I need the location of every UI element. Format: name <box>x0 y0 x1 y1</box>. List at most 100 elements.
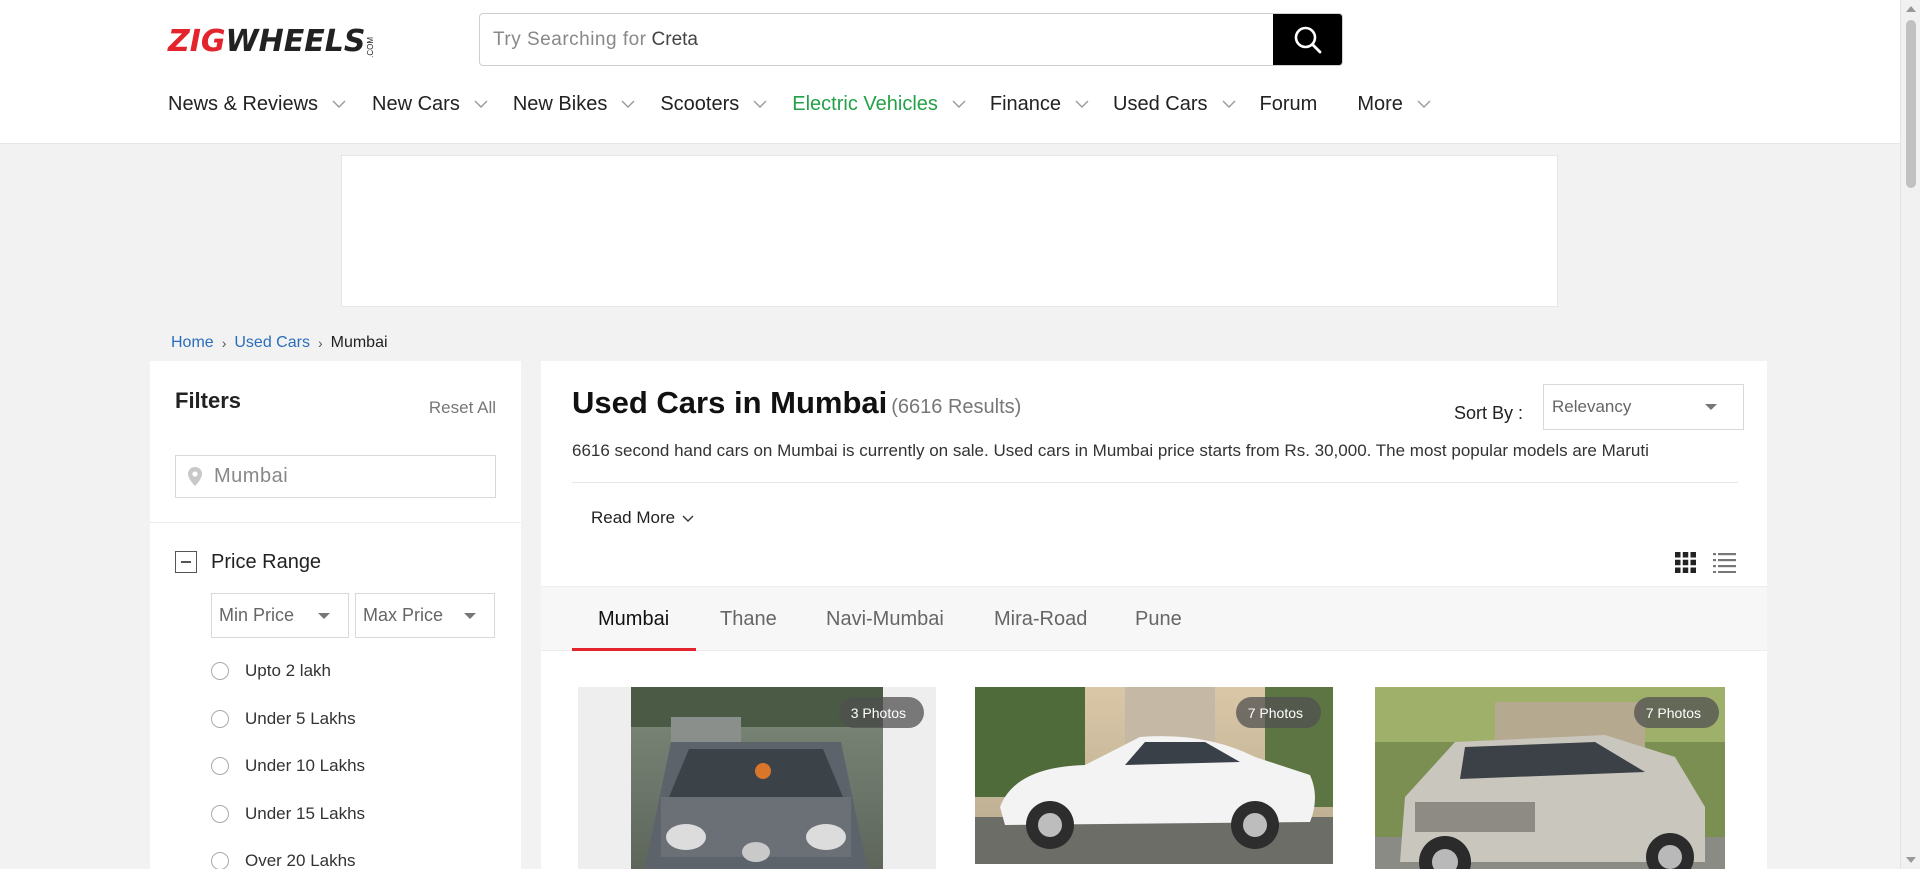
divider <box>150 522 521 523</box>
photos-count-label: 3 Photos <box>850 704 906 721</box>
logo-suffix: .COM <box>366 37 376 58</box>
nav-label: Electric Vehicles <box>792 92 938 115</box>
price-option-upto-2-lakh[interactable]: Upto 2 lakh <box>211 661 331 681</box>
active-tab-indicator <box>572 648 696 651</box>
search-button[interactable] <box>1273 14 1342 65</box>
car-card[interactable]: 3 Photos <box>578 687 936 869</box>
car-card[interactable]: 7 Photos <box>975 687 1333 869</box>
location-input[interactable]: Mumbai <box>175 455 496 498</box>
photos-count-badge: 7 Photos <box>1235 697 1321 728</box>
tab-mira-road[interactable]: Mira-Road <box>994 587 1087 651</box>
breadcrumb-used-cars[interactable]: Used Cars <box>234 334 310 352</box>
price-range-collapse-toggle[interactable] <box>175 551 197 573</box>
photos-count-label: 7 Photos <box>1645 704 1701 721</box>
nav-new-cars[interactable]: New Cars <box>372 93 488 116</box>
nav-label: New Bikes <box>512 92 608 115</box>
grid-view-icon[interactable] <box>1675 552 1696 573</box>
nav-electric-vehicles[interactable]: Electric Vehicles <box>792 93 966 116</box>
filters-title: Filters <box>175 388 242 413</box>
chevron-down-icon <box>332 100 346 108</box>
chevron-down-icon <box>1222 100 1236 108</box>
sort-by-select[interactable]: Relevancy <box>1543 384 1744 430</box>
nav-label: More <box>1357 92 1403 115</box>
price-option-under-5-lakhs[interactable]: Under 5 Lakhs <box>211 709 356 729</box>
radio-button[interactable] <box>211 852 229 869</box>
advertisement-slot <box>341 155 1558 307</box>
nav-finance[interactable]: Finance <box>990 93 1089 116</box>
minus-icon <box>181 561 191 563</box>
min-price-select[interactable]: Min Price <box>211 593 349 638</box>
max-price-select[interactable]: Max Price <box>355 593 495 638</box>
breadcrumb-current: Mumbai <box>330 334 388 351</box>
price-option-label: Under 10 Lakhs <box>245 756 366 775</box>
photos-count-badge: 3 Photos <box>838 697 924 728</box>
caret-down-icon <box>318 613 330 619</box>
list-view-icon[interactable] <box>1713 552 1736 573</box>
search-placeholder-prefix: Try Searching for <box>493 28 647 50</box>
page-scrollbar[interactable] <box>1900 0 1920 869</box>
read-more-button[interactable]: Read More <box>591 508 695 528</box>
radio-button[interactable] <box>211 710 229 728</box>
price-option-under-10-lakhs[interactable]: Under 10 Lakhs <box>211 756 365 776</box>
nav-more[interactable]: More <box>1357 93 1431 116</box>
price-range-title: Price Range <box>211 551 322 573</box>
location-pin-icon <box>188 467 202 486</box>
search-bar: Try Searching for Creta <box>479 13 1343 66</box>
scrollbar-thumb[interactable] <box>1906 20 1916 188</box>
scroll-down-arrow-icon[interactable] <box>1906 857 1916 863</box>
nav-label: Scooters <box>660 92 740 115</box>
nav-label: Forum <box>1259 92 1318 115</box>
chevron-down-icon <box>753 100 767 108</box>
price-option-label: Under 5 Lakhs <box>245 709 356 728</box>
chevron-down-icon <box>682 515 694 522</box>
caret-down-icon <box>1705 404 1717 410</box>
photos-count-label: 7 Photos <box>1247 704 1303 721</box>
city-tabs: Mumbai Thane Navi-Mumbai Mira-Road Pune <box>541 586 1767 651</box>
page-title: Used Cars in Mumbai (6616 Results) <box>572 385 1021 421</box>
max-price-placeholder: Max Price <box>363 605 444 625</box>
zigwheels-logo[interactable]: ZIG WHEELS .COM <box>168 24 376 59</box>
nav-news-reviews[interactable]: News & Reviews <box>168 93 346 116</box>
price-option-label: Upto 2 lakh <box>245 661 331 680</box>
search-input[interactable]: Try Searching for Creta <box>480 14 1275 65</box>
chevron-right-icon: › <box>317 335 323 351</box>
car-card[interactable]: 7 Photos <box>1375 687 1733 869</box>
scroll-up-arrow-icon[interactable] <box>1906 6 1916 12</box>
site-header: ZIG WHEELS .COM Try Searching for Creta Ne… <box>0 0 1900 144</box>
nav-label: Finance <box>989 92 1062 115</box>
breadcrumb: Home › Used Cars › Mumbai <box>171 334 388 352</box>
search-icon <box>1294 26 1321 53</box>
min-price-placeholder: Min Price <box>219 605 295 625</box>
radio-button[interactable] <box>211 805 229 823</box>
filters-panel: Filters Reset All Mumbai Price Range Min… <box>150 361 521 869</box>
price-option-under-15-lakhs[interactable]: Under 15 Lakhs <box>211 804 365 824</box>
breadcrumb-home[interactable]: Home <box>171 334 214 352</box>
listing-description: 6616 second hand cars on Mumbai is curre… <box>572 441 1649 460</box>
nav-scooters[interactable]: Scooters <box>660 93 767 116</box>
tab-pune[interactable]: Pune <box>1135 587 1182 651</box>
tab-navi-mumbai[interactable]: Navi-Mumbai <box>826 587 944 651</box>
radio-button[interactable] <box>211 662 229 680</box>
divider <box>572 482 1738 483</box>
page-title-text: Used Cars in Mumbai <box>572 385 888 420</box>
price-option-label: Under 15 Lakhs <box>245 804 366 823</box>
nav-used-cars[interactable]: Used Cars <box>1113 93 1236 116</box>
tab-thane[interactable]: Thane <box>720 587 777 651</box>
results-panel: Used Cars in Mumbai (6616 Results) Sort B… <box>541 361 1767 869</box>
sort-by-label: Sort By : <box>1454 403 1524 423</box>
chevron-down-icon <box>1417 100 1431 108</box>
nav-new-bikes[interactable]: New Bikes <box>513 93 635 116</box>
nav-label: News & Reviews <box>168 92 319 115</box>
chevron-right-icon: › <box>221 335 227 351</box>
search-placeholder-term: Creta <box>651 28 698 50</box>
price-option-over-20-lakhs[interactable]: Over 20 Lakhs <box>211 851 356 869</box>
chevron-down-icon <box>474 100 488 108</box>
tab-mumbai[interactable]: Mumbai <box>598 587 669 651</box>
nav-forum[interactable]: Forum <box>1260 93 1318 116</box>
radio-button[interactable] <box>211 757 229 775</box>
read-more-label: Read More <box>591 508 676 527</box>
reset-all-button[interactable]: Reset All <box>429 398 496 418</box>
chevron-down-icon <box>621 100 635 108</box>
sort-by-value: Relevancy <box>1552 397 1632 416</box>
logo-part-wheels: WHEELS <box>225 24 366 59</box>
